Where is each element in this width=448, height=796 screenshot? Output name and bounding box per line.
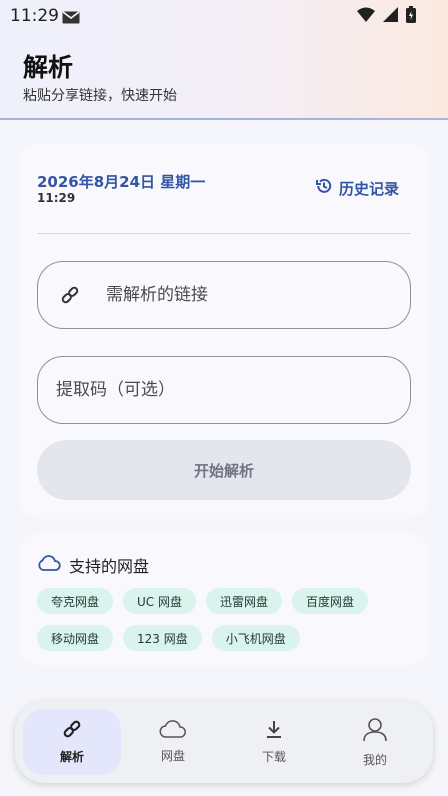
nav-item-download[interactable]: 下载 <box>225 709 323 775</box>
chip-123[interactable]: 123 网盘 <box>123 625 202 651</box>
history-label: 历史记录 <box>338 179 399 198</box>
history-icon <box>315 177 333 199</box>
supported-disks-card: 支持的网盘 夸克网盘 UC 网盘 迅雷网盘 百度网盘 移动网盘 123 网盘 小… <box>19 533 429 666</box>
chip-quark[interactable]: 夸克网盘 <box>37 588 114 614</box>
link-icon <box>60 285 80 305</box>
wifi-icon <box>357 7 375 26</box>
chip-xiaofeiji[interactable]: 小飞机网盘 <box>211 625 300 651</box>
nav-label: 解析 <box>59 750 84 764</box>
mail-icon <box>62 9 80 28</box>
bottom-nav: 解析 网盘 下载 我的 <box>15 701 433 783</box>
start-parse-button[interactable]: 开始解析 <box>37 440 411 500</box>
current-date: 2026年8月24日 星期一 <box>37 173 206 191</box>
history-button[interactable]: 历史记录 <box>315 177 399 199</box>
divider <box>37 233 411 234</box>
chip-mobile[interactable]: 移动网盘 <box>37 625 114 651</box>
nav-label: 我的 <box>362 753 387 767</box>
cloud-icon <box>159 720 187 741</box>
chip-baidu[interactable]: 百度网盘 <box>292 588 369 614</box>
current-time: 11:29 <box>37 191 76 205</box>
supported-disks-header: 支持的网盘 <box>37 553 149 577</box>
nav-item-disk[interactable]: 网盘 <box>124 709 222 775</box>
chip-row: 移动网盘 123 网盘 小飞机网盘 <box>37 625 300 651</box>
status-time: 11:29 <box>10 6 59 26</box>
link-icon <box>62 719 82 742</box>
status-icons <box>357 6 416 27</box>
link-field[interactable] <box>37 261 411 329</box>
supported-disks-title: 支持的网盘 <box>69 557 150 576</box>
chip-uc[interactable]: UC 网盘 <box>123 588 196 614</box>
chip-xunlei[interactable]: 迅雷网盘 <box>206 588 283 614</box>
nav-label: 下载 <box>261 750 286 764</box>
parse-card: 2026年8月24日 星期一 11:29 历史记录 开始解析 <box>19 143 429 519</box>
nav-item-profile[interactable]: 我的 <box>326 709 424 775</box>
app-header: 11:29 解析 粘贴分享链接，快速开始 <box>0 0 448 120</box>
page-title: 解析 <box>23 53 74 82</box>
link-input[interactable] <box>106 262 406 328</box>
page-subtitle: 粘贴分享链接，快速开始 <box>23 88 177 104</box>
signal-icon <box>383 7 398 26</box>
code-input[interactable] <box>56 357 396 423</box>
nav-item-parse[interactable]: 解析 <box>23 709 121 775</box>
battery-icon <box>406 6 416 27</box>
cloud-icon <box>37 555 61 575</box>
chip-row: 夸克网盘 UC 网盘 迅雷网盘 百度网盘 <box>37 588 369 614</box>
person-icon <box>362 716 388 745</box>
code-field[interactable] <box>37 356 411 424</box>
status-bar: 11:29 <box>0 0 448 32</box>
download-icon <box>264 719 284 742</box>
nav-label: 网盘 <box>160 749 185 763</box>
